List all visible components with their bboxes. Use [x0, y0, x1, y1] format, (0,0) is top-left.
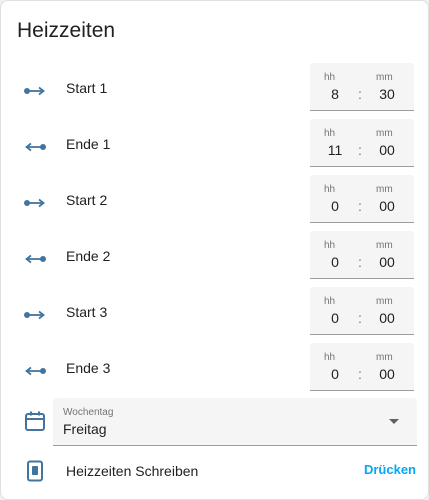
arrow-right-from-dot-icon [24, 198, 45, 208]
minute-label: mm [376, 128, 393, 139]
row-label: Start 3 [66, 304, 108, 320]
time-input[interactable]: hh mm 0 : 00 [310, 343, 414, 391]
write-action-row: Heizzeiten Schreiben Drücken [1, 451, 429, 491]
time-separator: : [358, 310, 362, 326]
hour-field[interactable]: 11 [320, 142, 350, 158]
hour-field[interactable]: 0 [320, 310, 350, 326]
time-input[interactable]: hh mm 8 : 30 [310, 63, 414, 111]
minute-field[interactable]: 00 [372, 254, 402, 270]
minute-label: mm [376, 184, 393, 195]
weekday-select-label: Wochentag [63, 407, 114, 418]
arrow-right-from-dot-icon [24, 86, 45, 96]
arrow-left-to-dot-icon [25, 254, 46, 264]
heizzeiten-card: Heizzeiten Start 1 hh mm 8 : 30 Ende 1 h… [0, 0, 429, 500]
hour-field[interactable]: 0 [320, 366, 350, 382]
hour-label: hh [324, 296, 336, 307]
time-separator: : [358, 254, 362, 270]
hour-label: hh [324, 72, 336, 83]
row-label: Ende 1 [66, 136, 111, 152]
weekday-select[interactable]: Wochentag Freitag [53, 398, 417, 446]
minute-label: mm [376, 72, 393, 83]
minute-label: mm [376, 296, 393, 307]
hour-field[interactable]: 0 [320, 254, 350, 270]
time-row-ende-2: Ende 2 hh mm 0 : 00 [1, 231, 429, 287]
dropdown-arrow-icon[interactable] [389, 419, 399, 424]
time-input[interactable]: hh mm 11 : 00 [310, 119, 414, 167]
row-label: Ende 2 [66, 248, 111, 264]
time-separator: : [358, 142, 362, 158]
weekday-select-value: Freitag [63, 421, 107, 437]
row-label: Start 1 [66, 80, 108, 96]
minute-label: mm [376, 240, 393, 251]
hour-field[interactable]: 8 [320, 86, 350, 102]
weekday-row: Wochentag Freitag [1, 398, 429, 446]
minute-field[interactable]: 00 [372, 366, 402, 382]
row-label: Ende 3 [66, 360, 111, 376]
time-input[interactable]: hh mm 0 : 00 [310, 231, 414, 279]
calendar-icon [25, 411, 45, 431]
time-input[interactable]: hh mm 0 : 00 [310, 287, 414, 335]
arrow-left-to-dot-icon [25, 366, 46, 376]
press-button[interactable]: Drücken [364, 462, 416, 477]
minute-field[interactable]: 00 [372, 198, 402, 214]
time-row-start-3: Start 3 hh mm 0 : 00 [1, 287, 429, 343]
time-separator: : [358, 198, 362, 214]
arrow-right-from-dot-icon [24, 310, 45, 320]
minute-field[interactable]: 30 [372, 86, 402, 102]
write-action-label: Heizzeiten Schreiben [66, 463, 199, 479]
time-row-ende-1: Ende 1 hh mm 11 : 00 [1, 119, 429, 175]
hour-field[interactable]: 0 [320, 198, 350, 214]
minute-field[interactable]: 00 [372, 142, 402, 158]
arrow-left-to-dot-icon [25, 142, 46, 152]
row-label: Start 2 [66, 192, 108, 208]
minute-label: mm [376, 352, 393, 363]
card-title: Heizzeiten [17, 19, 116, 42]
hour-label: hh [324, 128, 336, 139]
time-row-start-1: Start 1 hh mm 8 : 30 [1, 63, 429, 119]
time-row-start-2: Start 2 hh mm 0 : 00 [1, 175, 429, 231]
time-input[interactable]: hh mm 0 : 00 [310, 175, 414, 223]
hour-label: hh [324, 352, 336, 363]
hour-label: hh [324, 240, 336, 251]
time-row-ende-3: Ende 3 hh mm 0 : 00 [1, 343, 429, 399]
minute-field[interactable]: 00 [372, 310, 402, 326]
hour-label: hh [324, 184, 336, 195]
time-separator: : [358, 86, 362, 102]
device-icon [27, 460, 43, 482]
time-separator: : [358, 366, 362, 382]
